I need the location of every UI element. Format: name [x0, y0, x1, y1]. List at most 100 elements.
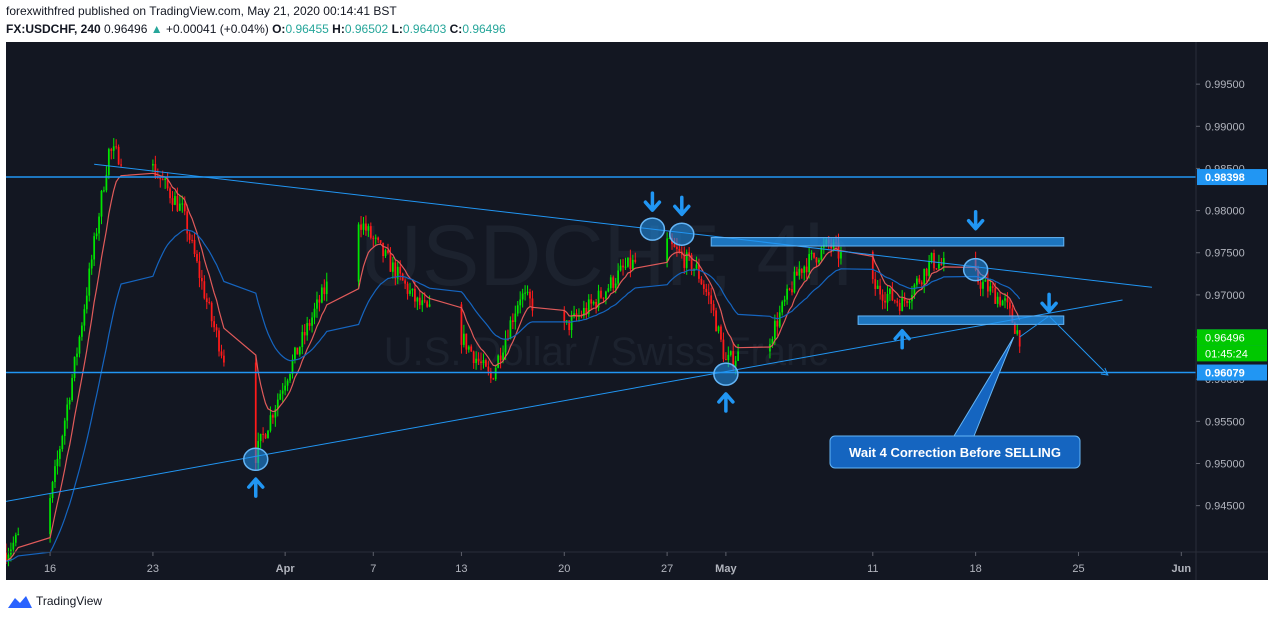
- candle-body: [66, 404, 69, 421]
- candle-body: [171, 198, 174, 205]
- candle-body: [54, 466, 56, 483]
- change-arrow-icon: ▲: [150, 22, 163, 36]
- candle-body: [519, 299, 522, 306]
- price-label-text: 0.96079: [1205, 368, 1245, 380]
- candle-body: [485, 360, 487, 367]
- candle-body: [791, 289, 793, 293]
- candle-body: [120, 164, 122, 166]
- candle-body: [876, 285, 879, 289]
- candle-body: [781, 301, 784, 313]
- candle-body: [480, 361, 482, 364]
- candle-body: [218, 330, 220, 352]
- price-label-text: 0.98398: [1205, 172, 1245, 184]
- candle-body: [996, 296, 999, 304]
- candle-body: [68, 400, 71, 405]
- candle-body: [624, 266, 627, 268]
- candle-body: [1006, 298, 1009, 303]
- candle-body: [404, 280, 406, 284]
- high-value: 0.96502: [344, 22, 389, 36]
- candle-body: [115, 146, 118, 148]
- time-tick-label: 20: [558, 563, 570, 575]
- candle-body: [906, 300, 908, 304]
- candle-body: [612, 277, 615, 288]
- high-label: H:: [332, 22, 345, 36]
- candle-body: [504, 338, 507, 353]
- close-value: 0.96496: [462, 22, 506, 36]
- candle-body: [592, 302, 595, 304]
- candle-body: [930, 253, 933, 262]
- candle-body: [796, 271, 798, 276]
- watermark-ticker: USDCHF, 4h: [360, 208, 852, 304]
- candle-body: [423, 300, 426, 302]
- candle-body: [499, 355, 502, 361]
- tradingview-footer[interactable]: TradingView: [8, 592, 102, 610]
- time-tick-label: 27: [661, 563, 673, 575]
- candle-body: [989, 286, 992, 292]
- candle-body: [734, 360, 737, 367]
- marker-circle[interactable]: [713, 362, 739, 386]
- candle-body: [788, 288, 791, 290]
- time-tick-label: 7: [370, 563, 376, 575]
- candle-body: [813, 252, 815, 258]
- candle-body: [1016, 330, 1019, 334]
- candle-body: [666, 238, 668, 262]
- candle-body: [318, 299, 321, 303]
- annotation-callout[interactable]: Wait 4 Correction Before SELLING: [829, 435, 1081, 469]
- candle-body: [51, 482, 54, 499]
- price-tick-label: 0.98000: [1205, 206, 1245, 218]
- candle-body: [112, 146, 115, 151]
- candle-body: [818, 259, 820, 263]
- candle-body: [840, 252, 842, 259]
- price-tick-label: 0.95500: [1205, 416, 1245, 428]
- candle-body: [298, 347, 301, 355]
- candle-body: [365, 223, 367, 231]
- candle-body: [896, 300, 899, 303]
- candle-body: [399, 266, 402, 274]
- marker-circle[interactable]: [639, 217, 666, 241]
- marker-circle[interactable]: [669, 222, 695, 246]
- candle-body: [313, 308, 316, 318]
- candle-body: [467, 346, 470, 350]
- zone-rectangle[interactable]: [710, 237, 1065, 247]
- candle-body: [281, 390, 284, 394]
- candle-body: [786, 288, 788, 300]
- candle-body: [303, 331, 306, 336]
- candle-body: [284, 385, 287, 391]
- candle-body: [63, 420, 66, 437]
- candle-body: [915, 278, 918, 285]
- tradingview-brand: TradingView: [36, 594, 103, 608]
- candle-body: [460, 304, 463, 345]
- candle-body: [220, 351, 223, 356]
- candle-body: [93, 236, 96, 260]
- candle-body: [700, 278, 703, 285]
- zone-rectangle[interactable]: [857, 315, 1065, 325]
- price-chart[interactable]: USDCHF, 4h U.S. Dollar / Swiss Franc 0.9…: [6, 42, 1268, 580]
- candle-body: [715, 310, 717, 332]
- candle-body: [938, 263, 940, 269]
- candle-body: [494, 367, 497, 380]
- candle-body: [898, 302, 901, 311]
- candle-body: [1009, 302, 1011, 309]
- candle-body: [563, 310, 566, 323]
- candle-body: [798, 268, 801, 276]
- candle-body: [296, 347, 299, 355]
- candle-body: [213, 321, 216, 328]
- candle-body: [90, 259, 93, 269]
- candle-body: [88, 268, 91, 296]
- candle-body: [215, 327, 218, 331]
- marker-circle[interactable]: [962, 257, 989, 282]
- candle-body: [908, 301, 911, 304]
- time-tick-label: Apr: [276, 563, 296, 575]
- candle-body: [71, 377, 73, 401]
- candle-body: [12, 542, 15, 550]
- tradingview-logo-icon: [8, 596, 32, 608]
- candle-body: [76, 353, 78, 357]
- marker-circle[interactable]: [243, 447, 269, 472]
- candle-body: [526, 291, 529, 293]
- candle-body: [85, 295, 88, 310]
- candle-body: [174, 196, 176, 205]
- candle-body: [362, 223, 365, 230]
- candle-body: [913, 284, 916, 296]
- candle-body: [159, 177, 162, 180]
- candle-body: [14, 534, 17, 543]
